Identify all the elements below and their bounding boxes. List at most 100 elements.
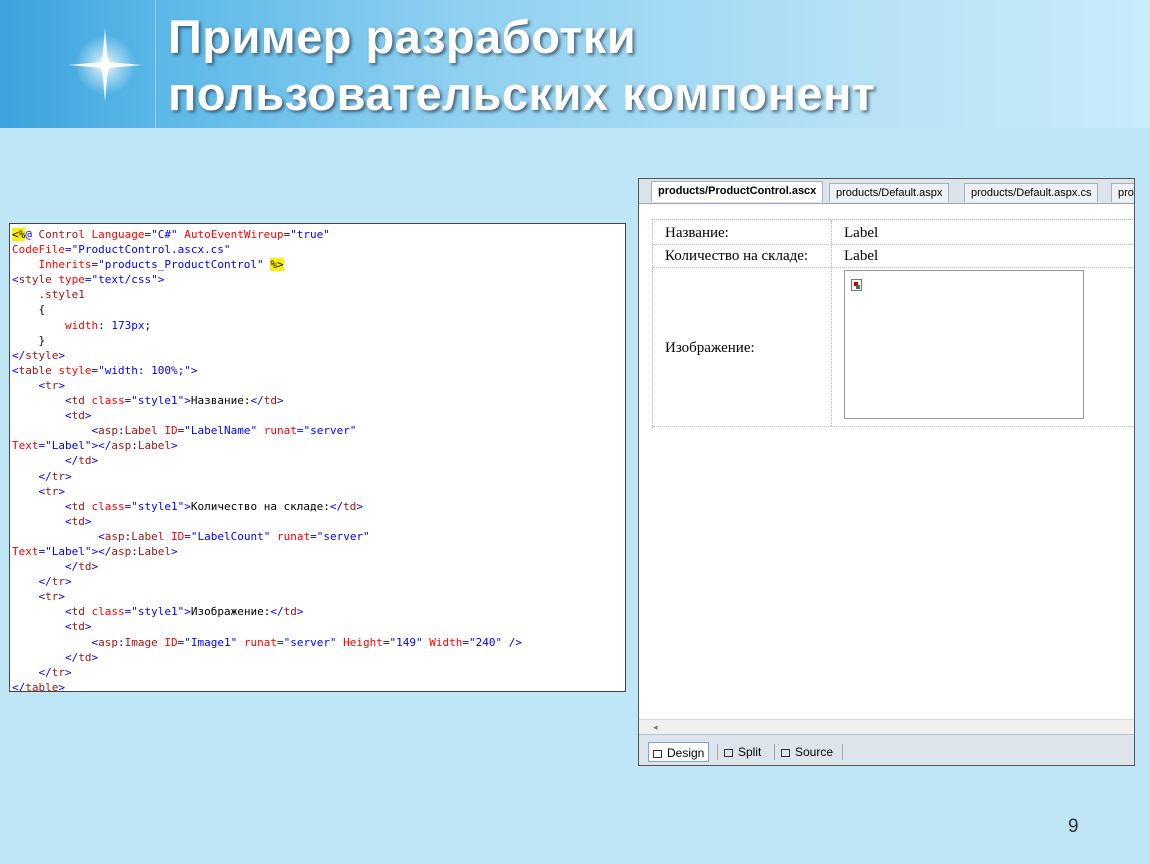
code-token: td xyxy=(283,605,297,619)
code-token: > xyxy=(190,363,198,377)
code-token: > xyxy=(58,484,65,498)
code-token: "server" xyxy=(303,424,357,438)
code-token: </ xyxy=(12,575,52,589)
code-token: > xyxy=(157,273,165,287)
code-line: Inherits="products_ProductControl" %> xyxy=(12,257,625,272)
code-line: </td> xyxy=(12,559,625,574)
code-token: </ xyxy=(329,499,344,513)
tab-default-aspx-cs[interactable]: products/Default.aspx.cs xyxy=(964,183,1099,202)
row-label-count[interactable]: Количество на складе: xyxy=(665,248,808,265)
code-token: ></ xyxy=(91,439,112,453)
tab-productcontrol-ascx[interactable]: products/ProductControl.ascx xyxy=(651,181,824,202)
code-token: = xyxy=(184,529,191,543)
code-token: table xyxy=(25,680,59,692)
code-token: ID xyxy=(170,529,185,543)
horizontal-scrollbar[interactable]: ◂ xyxy=(639,719,1134,735)
tab-default-aspx[interactable]: products/Default.aspx xyxy=(829,183,950,202)
tab-overflow[interactable]: pro xyxy=(1111,183,1134,202)
code-token: </ xyxy=(270,605,284,619)
code-token: type xyxy=(58,273,85,287)
code-token: > xyxy=(91,454,99,468)
code-token: class xyxy=(91,605,125,619)
code-token: > xyxy=(84,620,92,634)
code-token: tr xyxy=(51,665,65,679)
scroll-left-arrow-icon[interactable]: ◂ xyxy=(653,720,658,735)
code-token: CodeFile xyxy=(12,243,65,257)
code-token: "ProductControl.ascx.cs" xyxy=(71,243,231,257)
code-line: </style> xyxy=(12,348,625,363)
code-token: : xyxy=(131,544,138,558)
design-view-button[interactable]: Design xyxy=(648,742,710,762)
code-line: <td> xyxy=(12,619,625,634)
code-token: AutoEventWireup xyxy=(177,228,284,241)
code-token: > xyxy=(91,650,99,664)
code-token: "LabelName" xyxy=(184,424,258,438)
code-token: Control xyxy=(38,228,92,241)
code-token: "LabelCount" xyxy=(190,529,271,543)
code-token: : xyxy=(117,635,125,649)
code-token: runat xyxy=(257,424,297,438)
code-token: 173px xyxy=(111,318,145,332)
code-token: td xyxy=(71,605,92,619)
code-token: ></ xyxy=(91,544,112,558)
row-label-image[interactable]: Изображение: xyxy=(665,340,755,357)
header-divider xyxy=(155,0,156,128)
code-token: Label xyxy=(131,529,171,543)
code-token: </ xyxy=(12,454,79,468)
code-token: = xyxy=(276,635,284,649)
row-label-name[interactable]: Название: xyxy=(665,225,729,242)
design-icon xyxy=(653,750,662,758)
code-line: </table> xyxy=(12,680,625,692)
code-token: td xyxy=(78,650,92,664)
code-token: ID xyxy=(164,635,178,649)
code-token: tr xyxy=(51,575,65,589)
code-line: <tr> xyxy=(12,589,625,604)
code-token: runat xyxy=(270,529,311,543)
split-view-button[interactable]: Split xyxy=(720,742,765,762)
code-token: Название: xyxy=(190,394,251,408)
code-token: > xyxy=(84,514,92,528)
code-token: Language xyxy=(91,228,145,241)
code-token: runat xyxy=(237,635,277,649)
document-tab-strip: products/ProductControl.ascx products/De… xyxy=(639,179,1134,204)
code-token: td xyxy=(71,409,85,423)
code-line: <%@ Control Language="C#" AutoEventWireu… xyxy=(12,227,625,242)
code-line: </tr> xyxy=(12,665,625,680)
code-token: < xyxy=(12,635,99,649)
code-token: td xyxy=(71,394,92,408)
code-token: "Image1" xyxy=(184,635,238,649)
code-line: </tr> xyxy=(12,469,625,484)
code-line: <asp:Label ID="LabelName" runat="server" xyxy=(12,423,625,438)
code-line: <tr> xyxy=(12,484,625,499)
code-token: < xyxy=(12,394,72,408)
column-divider xyxy=(831,220,832,426)
image1-control[interactable] xyxy=(844,270,1084,419)
source-icon xyxy=(781,749,790,757)
code-token: < xyxy=(12,605,72,619)
code-line: CodeFile="ProductControl.ascx.cs" xyxy=(12,242,625,257)
label-name-control[interactable]: Label xyxy=(844,225,878,242)
label-count-control[interactable]: Label xyxy=(844,248,878,265)
code-token: "products_ProductControl" xyxy=(98,258,264,272)
code-token: style xyxy=(18,273,59,287)
code-token: tr xyxy=(45,378,59,392)
code-token: "C#" xyxy=(151,228,178,241)
view-switcher-bar: Design Split Source xyxy=(639,734,1134,765)
title-line-1: Пример разработки xyxy=(168,10,637,63)
code-token: Height xyxy=(336,635,383,649)
code-line: } xyxy=(12,333,625,348)
code-token: asp xyxy=(98,424,118,438)
code-line: <td class="style1">Количество на складе:… xyxy=(12,499,625,514)
code-token: < xyxy=(12,514,72,528)
code-token: ID xyxy=(164,424,178,438)
designer-window: products/ProductControl.ascx products/De… xyxy=(638,178,1135,766)
toolbar-separator xyxy=(717,744,718,760)
source-view-button[interactable]: Source xyxy=(777,742,837,762)
code-token: td xyxy=(71,620,85,634)
row-divider xyxy=(653,244,1134,245)
code-token: width xyxy=(12,318,99,332)
code-token: <% xyxy=(12,228,26,241)
code-token: tr xyxy=(51,469,65,483)
code-line: .style1 xyxy=(12,287,625,302)
code-token: </ xyxy=(12,665,52,679)
